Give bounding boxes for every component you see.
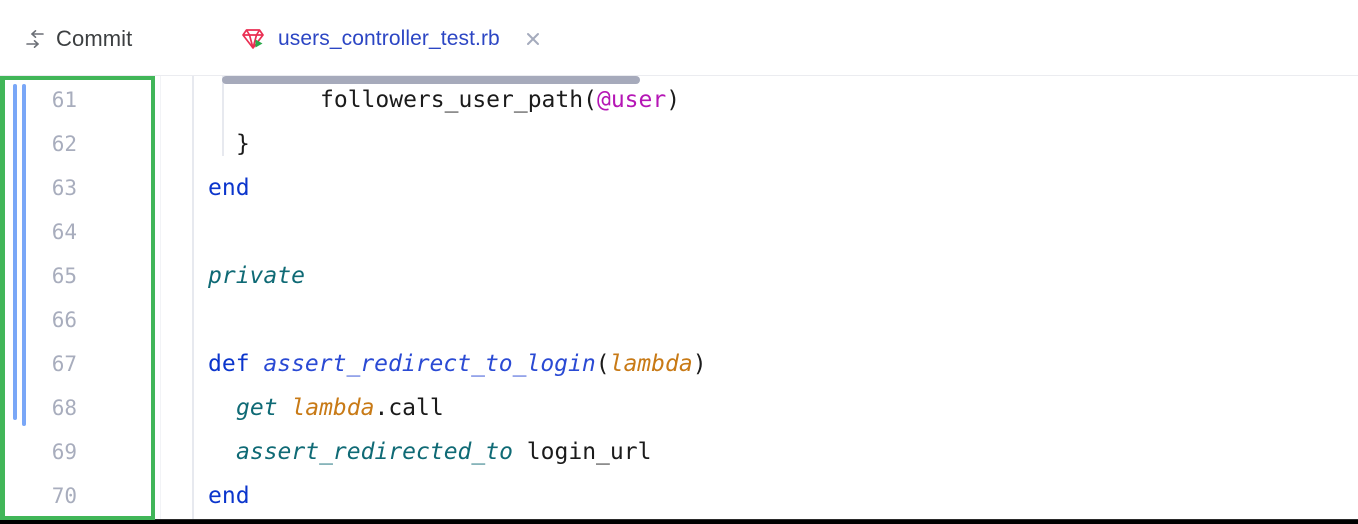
line-number: 69 (51, 440, 77, 464)
code-content[interactable]: followers_user_path(@user)} end private def… (160, 76, 1358, 520)
code-token-ident: private (208, 263, 305, 289)
code-token-method: assert_redirect_to_login (263, 351, 596, 377)
code-token-kw: def (208, 351, 264, 377)
line-number: 66 (51, 308, 77, 332)
code-token-plain: ) (692, 351, 707, 377)
commit-button-label: Commit (56, 26, 133, 51)
indent-guide (222, 76, 224, 156)
code-line[interactable]: followers_user_path(@user) (320, 78, 680, 122)
line-number: 70 (51, 484, 77, 508)
code-token-ident: assert_redirected_to (236, 439, 513, 465)
editor-tab-title: users_controller_test.rb (278, 27, 500, 50)
code-token-param: lambda (609, 351, 693, 377)
line-number: 68 (51, 396, 77, 420)
code-token-ivar: @user (596, 87, 667, 113)
code-token-plain: } (236, 131, 250, 157)
line-number: 67 (51, 352, 77, 376)
code-line[interactable]: end (208, 474, 250, 518)
code-token-kw: end (208, 483, 250, 509)
code-line[interactable]: def assert_redirect_to_login(lambda) (208, 342, 707, 386)
code-token-plain: .call (374, 395, 444, 421)
code-token-kw: end (208, 175, 250, 201)
code-token-param: lambda (291, 395, 375, 421)
code-token-plain: ( (583, 87, 597, 113)
editor-tab[interactable]: users_controller_test.rb (240, 20, 544, 58)
horizontal-scrollbar-thumb[interactable] (222, 76, 640, 84)
code-token-plain: ( (595, 351, 610, 377)
code-token-plain: login_url (512, 439, 652, 465)
editor-gutter[interactable]: 61 62 63 64 65 66 67 68 69 70 (0, 76, 155, 520)
code-line[interactable]: get lambda.call (236, 386, 444, 430)
code-line[interactable]: } (236, 122, 250, 166)
line-number: 61 (51, 88, 77, 112)
code-token-plain: followers_user_path (320, 87, 584, 113)
line-number: 64 (51, 220, 77, 244)
commit-button[interactable]: Commit (24, 22, 132, 56)
close-icon[interactable] (522, 28, 544, 50)
editor-bottom-border (155, 519, 1358, 520)
line-number: 62 (51, 132, 77, 156)
commit-arrows-icon (24, 28, 46, 50)
horizontal-scrollbar[interactable] (160, 76, 1358, 84)
code-line[interactable]: assert_redirected_to login_url (236, 430, 651, 474)
editor-header: Commit users_controller_test.rb (0, 0, 1358, 76)
line-number: 63 (51, 176, 77, 200)
code-line[interactable]: end (208, 166, 250, 210)
line-number: 65 (51, 264, 77, 288)
code-token-ident: get (236, 395, 292, 421)
code-line[interactable]: private (208, 254, 305, 298)
ruby-gem-run-icon (240, 26, 266, 52)
code-token-plain: ) (666, 87, 681, 113)
indent-guide (192, 376, 194, 478)
code-editor[interactable]: 61 62 63 64 65 66 67 68 69 70 followers_user_path… (0, 76, 1358, 520)
